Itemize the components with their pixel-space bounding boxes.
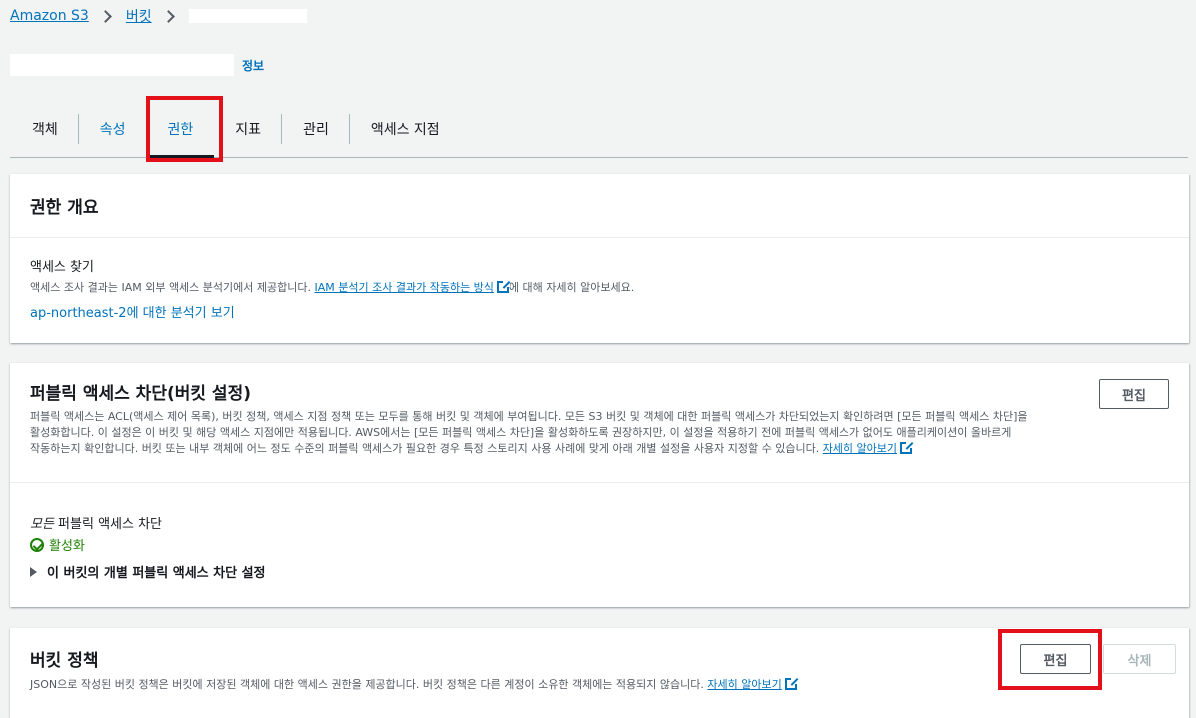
block-public-access-edit-button[interactable]: 편집	[1099, 379, 1169, 409]
chevron-right-icon	[98, 9, 112, 23]
status-badge: 활성화	[30, 535, 1169, 554]
bucket-policy-panel: 버킷 정책 JSON으로 작성된 버킷 정책은 버킷에 저장된 객체에 대한 액…	[10, 628, 1189, 718]
tab-objects[interactable]: 객체	[10, 100, 79, 158]
breadcrumb-amazon-s3[interactable]: Amazon S3	[10, 8, 89, 24]
breadcrumb: Amazon S3 버킷	[10, 6, 307, 26]
redacted-bucket-name	[188, 9, 307, 23]
tab-management[interactable]: 관리	[282, 100, 350, 158]
chevron-right-icon	[161, 9, 175, 23]
view-analyzer-link[interactable]: ap-northeast-2에 대한 분석기 보기	[30, 302, 1169, 321]
block-all-public-access-label: 모든 퍼블릭 액세스 차단	[30, 517, 162, 532]
access-overview-title: 권한 개요	[30, 198, 99, 218]
block-public-access-panel: 퍼블릭 액세스 차단(버킷 설정) 퍼블릭 액세스는 ACL(액세스 제어 목록…	[10, 363, 1189, 607]
individual-settings-expander[interactable]: 이 버킷의 개별 퍼블릭 액세스 차단 설정	[30, 562, 1169, 581]
access-overview-description: 액세스 조사 결과는 IAM 외부 액세스 분석기에서 제공합니다. IAM 분…	[30, 280, 635, 294]
access-finder-label: 액세스 찾기	[30, 260, 94, 275]
learn-more-link[interactable]: 자세히 알아보기	[707, 678, 781, 691]
tab-metrics[interactable]: 지표	[214, 100, 283, 158]
redacted-title	[10, 54, 234, 76]
external-link-icon	[496, 280, 510, 293]
tab-access-points[interactable]: 액세스 지점	[350, 100, 461, 158]
learn-more-link[interactable]: 자세히 알아보기	[823, 442, 897, 455]
external-link-icon	[784, 677, 798, 690]
caret-right-icon	[30, 566, 37, 577]
bucket-policy-delete-button[interactable]: 삭제	[1103, 644, 1176, 674]
tab-bar: 객체 속성 권한 지표 관리 액세스 지점	[10, 100, 1188, 158]
block-public-access-description: 퍼블릭 액세스는 ACL(액세스 제어 목록), 버킷 정책, 액세스 지점 정…	[30, 410, 1028, 455]
check-circle-icon	[30, 538, 44, 552]
breadcrumb-buckets[interactable]: 버킷	[126, 6, 152, 26]
block-public-access-title: 퍼블릭 액세스 차단(버킷 설정)	[30, 384, 251, 404]
bucket-policy-edit-button[interactable]: 편집	[1020, 644, 1091, 674]
tab-permissions[interactable]: 권한	[146, 100, 215, 158]
access-overview-panel: 권한 개요 액세스 찾기 액세스 조사 결과는 IAM 외부 액세스 분석기에서…	[10, 174, 1189, 343]
iam-analyzer-link[interactable]: IAM 분석기 조사 결과가 작동하는 방식	[315, 281, 494, 294]
bucket-policy-title: 버킷 정책	[30, 651, 99, 671]
page-title: 정보	[10, 50, 264, 80]
tab-properties[interactable]: 속성	[79, 100, 147, 158]
external-link-icon	[900, 441, 914, 454]
bucket-policy-description: JSON으로 작성된 버킷 정책은 버킷에 저장된 객체에 대한 액세스 권한을…	[30, 677, 1169, 693]
info-link[interactable]: 정보	[242, 57, 264, 74]
